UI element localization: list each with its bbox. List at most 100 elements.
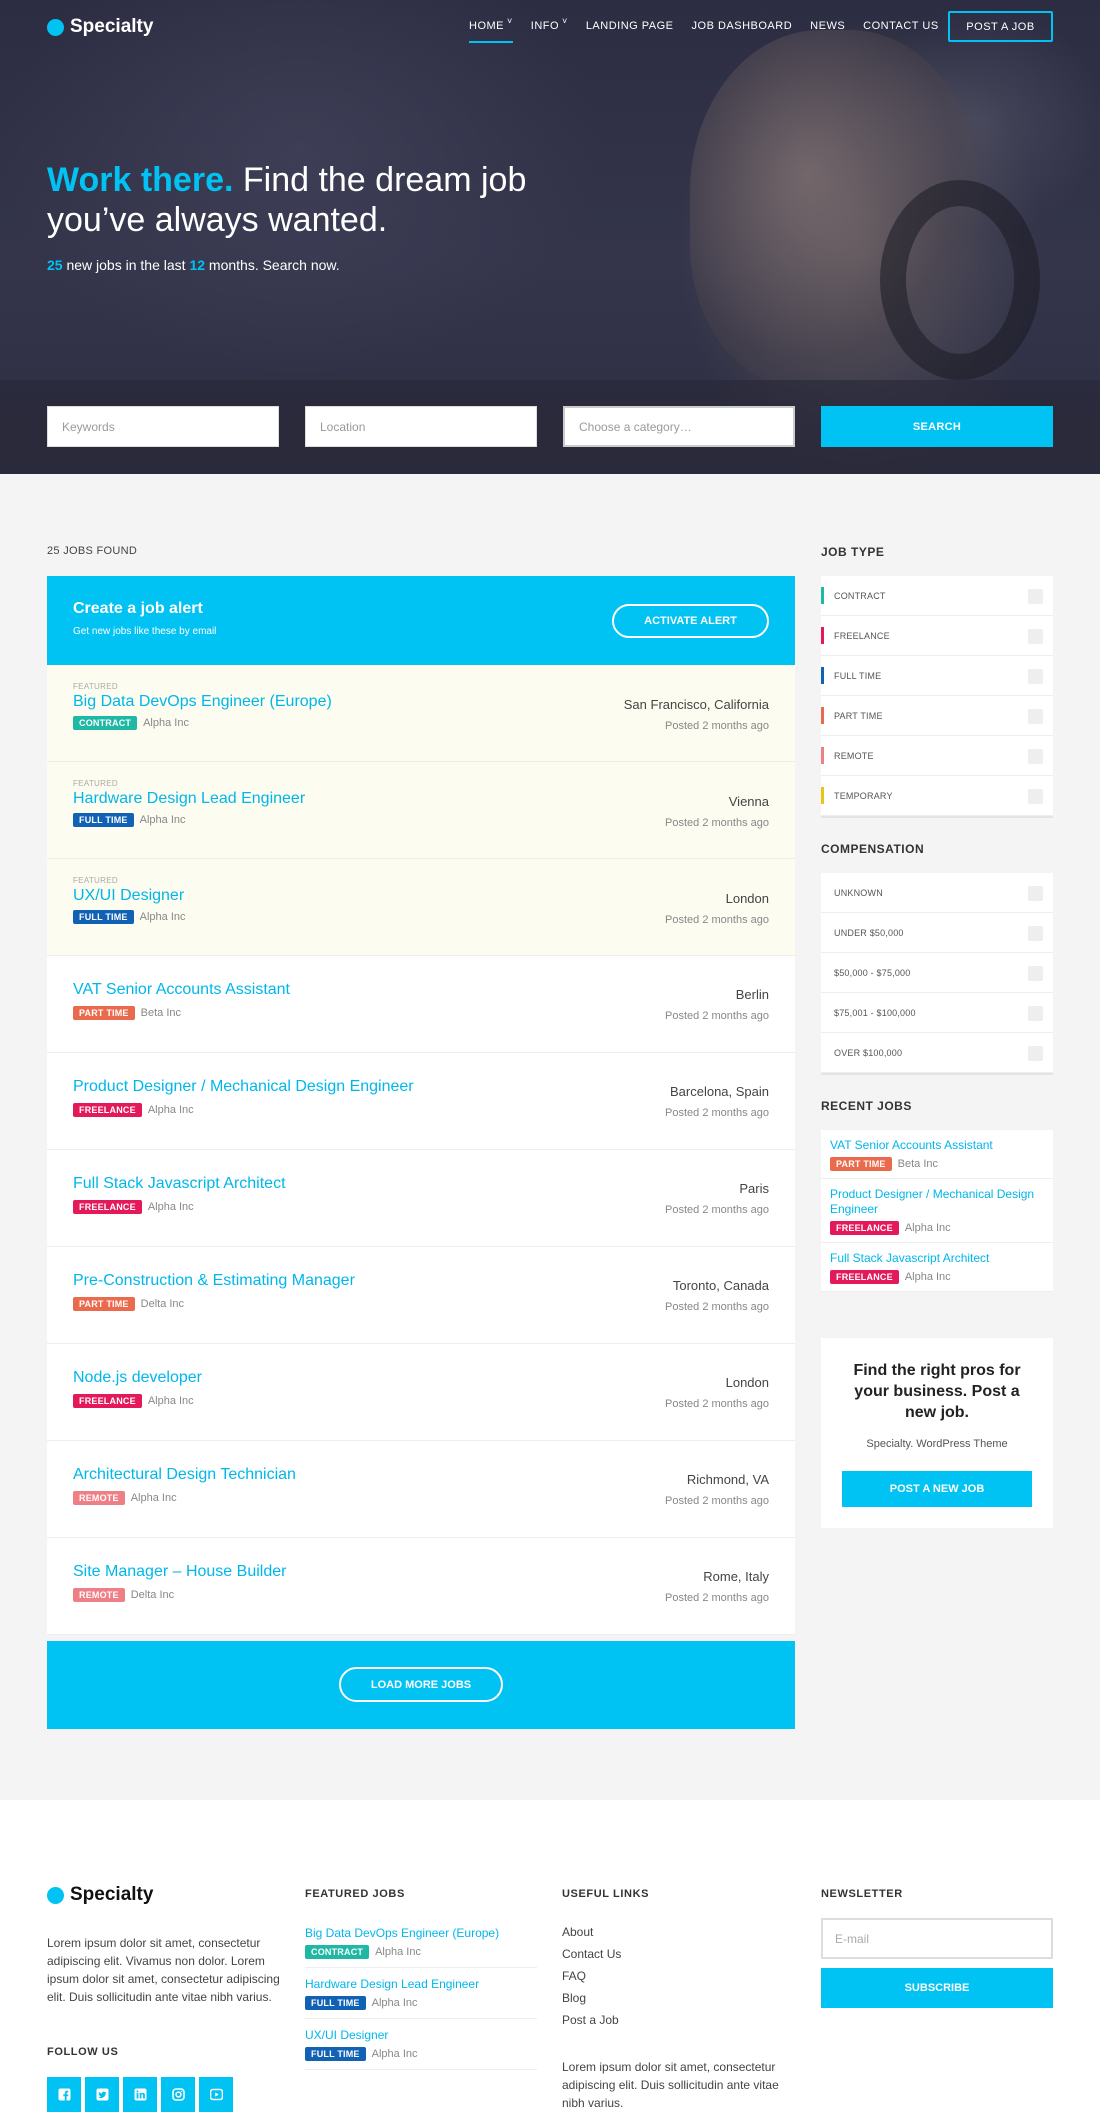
post-new-job-button[interactable]: POST A NEW JOB bbox=[842, 1471, 1032, 1507]
filter-option-temporary[interactable]: TEMPORARY bbox=[821, 776, 1053, 816]
footer-logo[interactable]: Specialty bbox=[47, 1884, 153, 1906]
job-row[interactable]: VAT Senior Accounts Assistant PART TIME Be… bbox=[47, 956, 795, 1053]
nav-item-home[interactable]: HOME ˅ bbox=[469, 16, 513, 43]
filter-option-full-time[interactable]: FULL TIME bbox=[821, 656, 1053, 696]
filter-checkbox[interactable] bbox=[1028, 669, 1043, 684]
youtube-icon[interactable] bbox=[199, 2077, 233, 2112]
filter-checkbox[interactable] bbox=[1028, 966, 1043, 981]
category-select[interactable]: Choose a category… bbox=[563, 406, 795, 447]
job-row[interactable]: FEATURED Hardware Design Lead Engineer FUL… bbox=[47, 762, 795, 859]
newsletter-email-input[interactable]: E-mail bbox=[821, 1918, 1053, 1959]
filter-option-under-50-000[interactable]: UNDER $50,000 bbox=[821, 913, 1053, 953]
job-type-badge: PART TIME bbox=[830, 1157, 892, 1171]
footer-link-post-a-job[interactable]: Post a Job bbox=[562, 2013, 621, 2027]
job-title-link[interactable]: Big Data DevOps Engineer (Europe) bbox=[73, 693, 332, 711]
filter-checkbox[interactable] bbox=[1028, 789, 1043, 804]
footer-link-about[interactable]: About bbox=[562, 1925, 621, 1939]
recent-job-title-link[interactable]: Full Stack Javascript Architect bbox=[830, 1251, 1044, 1266]
nav-item-info[interactable]: INFO ˅ bbox=[531, 16, 568, 43]
recent-job-title-link[interactable]: VAT Senior Accounts Assistant bbox=[830, 1138, 1044, 1153]
filter-option-part-time[interactable]: PART TIME bbox=[821, 696, 1053, 736]
filter-label: TEMPORARY bbox=[834, 790, 893, 801]
search-button[interactable]: SEARCH bbox=[821, 406, 1053, 447]
job-posted-date: Posted 2 months ago bbox=[665, 1107, 769, 1119]
job-title-link[interactable]: VAT Senior Accounts Assistant bbox=[73, 981, 290, 999]
footer-job-title-link[interactable]: Big Data DevOps Engineer (Europe) bbox=[305, 1926, 537, 1940]
useful-links: About Contact Us FAQ Blog Post a Job bbox=[562, 1925, 621, 2035]
nav-item-label: JOB DASHBOARD bbox=[691, 20, 793, 32]
linkedin-icon[interactable] bbox=[123, 2077, 157, 2112]
job-meta: FREELANCE Alpha Inc bbox=[73, 1394, 194, 1408]
facebook-icon[interactable] bbox=[47, 2077, 81, 2112]
chevron-down-icon: ˅ bbox=[562, 16, 568, 26]
footer-job-title-link[interactable]: Hardware Design Lead Engineer bbox=[305, 1977, 537, 1991]
site-logo[interactable]: Specialty bbox=[47, 16, 153, 38]
job-title-link[interactable]: Site Manager – House Builder bbox=[73, 1563, 286, 1581]
job-location: Toronto, Canada bbox=[672, 1278, 769, 1293]
filter-option-unknown[interactable]: UNKNOWN bbox=[821, 873, 1053, 913]
filter-option--50-000-75-000[interactable]: $50,000 - $75,000 bbox=[821, 953, 1053, 993]
nav-item-news[interactable]: NEWS bbox=[810, 20, 845, 43]
load-more-button[interactable]: LOAD MORE JOBS bbox=[339, 1667, 503, 1702]
footer-job-meta: FULL TIME Alpha Inc bbox=[305, 1996, 537, 2010]
job-row[interactable]: Product Designer / Mechanical Design Eng… bbox=[47, 1053, 795, 1150]
filter-option--75-001-100-000[interactable]: $75,001 - $100,000 bbox=[821, 993, 1053, 1033]
hero-subtitle: 25 new jobs in the last 12 months. Searc… bbox=[47, 257, 340, 273]
featured-jobs-heading: FEATURED JOBS bbox=[305, 1888, 405, 1900]
hero-subtitle-text: new jobs in the last bbox=[62, 257, 190, 273]
filter-checkbox[interactable] bbox=[1028, 629, 1043, 644]
activate-alert-button[interactable]: ACTIVATE ALERT bbox=[612, 604, 769, 638]
footer-job-title-link[interactable]: UX/UI Designer bbox=[305, 2028, 537, 2042]
footer-featured-job: UX/UI Designer FULL TIME Alpha Inc bbox=[305, 2028, 537, 2070]
job-meta: FULL TIME Alpha Inc bbox=[73, 813, 186, 827]
job-row[interactable]: Full Stack Javascript Architect FREELANCE… bbox=[47, 1150, 795, 1247]
filter-checkbox[interactable] bbox=[1028, 1006, 1043, 1021]
job-title-link[interactable]: Product Designer / Mechanical Design Eng… bbox=[73, 1078, 414, 1096]
filter-option-freelance[interactable]: FREELANCE bbox=[821, 616, 1053, 656]
job-title-link[interactable]: Architectural Design Technician bbox=[73, 1466, 296, 1484]
footer-link-contact-us[interactable]: Contact Us bbox=[562, 1947, 621, 1961]
filter-checkbox[interactable] bbox=[1028, 926, 1043, 941]
job-title-link[interactable]: Pre-Construction & Estimating Manager bbox=[73, 1272, 355, 1290]
job-row[interactable]: Architectural Design Technician REMOTE Alp… bbox=[47, 1441, 795, 1538]
nav-item-contact-us[interactable]: CONTACT US bbox=[863, 20, 939, 43]
post-job-button[interactable]: POST A JOB bbox=[948, 11, 1053, 42]
nav-item-landing-page[interactable]: LANDING PAGE bbox=[586, 20, 674, 43]
company-name: Alpha Inc bbox=[147, 1395, 194, 1407]
job-row[interactable]: Node.js developer FREELANCE Alpha Inc Londo… bbox=[47, 1344, 795, 1441]
job-type-badge: FULL TIME bbox=[305, 1996, 366, 2010]
twitter-icon[interactable] bbox=[85, 2077, 119, 2112]
job-meta: FREELANCE Alpha Inc bbox=[73, 1103, 194, 1117]
subscribe-button[interactable]: SUBSCRIBE bbox=[821, 1968, 1053, 2008]
location-input[interactable]: Location bbox=[305, 406, 537, 447]
job-title-link[interactable]: Node.js developer bbox=[73, 1369, 202, 1387]
featured-label: FEATURED bbox=[73, 876, 118, 885]
job-title-link[interactable]: Full Stack Javascript Architect bbox=[73, 1175, 286, 1193]
nav-item-job-dashboard[interactable]: JOB DASHBOARD bbox=[692, 20, 793, 43]
filter-checkbox[interactable] bbox=[1028, 589, 1043, 604]
newsletter-heading: NEWSLETTER bbox=[821, 1888, 903, 1900]
job-row[interactable]: FEATURED Big Data DevOps Engineer (Europe… bbox=[47, 665, 795, 762]
company-name: Beta Inc bbox=[897, 1158, 938, 1170]
recent-job-title-link[interactable]: Product Designer / Mechanical Design Eng… bbox=[830, 1187, 1044, 1217]
filter-checkbox[interactable] bbox=[1028, 886, 1043, 901]
filter-option-contract[interactable]: CONTRACT bbox=[821, 576, 1053, 616]
keywords-input[interactable]: Keywords bbox=[47, 406, 279, 447]
job-row[interactable]: Pre-Construction & Estimating Manager PAR… bbox=[47, 1247, 795, 1344]
instagram-icon[interactable] bbox=[161, 2077, 195, 2112]
job-title-link[interactable]: UX/UI Designer bbox=[73, 887, 184, 905]
footer-link-blog[interactable]: Blog bbox=[562, 1991, 621, 2005]
job-row[interactable]: FEATURED UX/UI Designer FULL TIME Alpha Inc… bbox=[47, 859, 795, 956]
filter-option-over-100-000[interactable]: OVER $100,000 bbox=[821, 1033, 1053, 1073]
filter-color-marker bbox=[821, 707, 824, 724]
footer-link-faq[interactable]: FAQ bbox=[562, 1969, 621, 1983]
filter-checkbox[interactable] bbox=[1028, 709, 1043, 724]
job-title-link[interactable]: Hardware Design Lead Engineer bbox=[73, 790, 305, 808]
company-name: Alpha Inc bbox=[904, 1271, 951, 1283]
filter-checkbox[interactable] bbox=[1028, 1046, 1043, 1061]
job-alert-subtitle: Get new jobs like these by email bbox=[73, 626, 217, 637]
job-type-badge: PART TIME bbox=[73, 1297, 135, 1311]
job-row[interactable]: Site Manager – House Builder REMOTE Delta … bbox=[47, 1538, 795, 1635]
filter-option-remote[interactable]: REMOTE bbox=[821, 736, 1053, 776]
filter-checkbox[interactable] bbox=[1028, 749, 1043, 764]
